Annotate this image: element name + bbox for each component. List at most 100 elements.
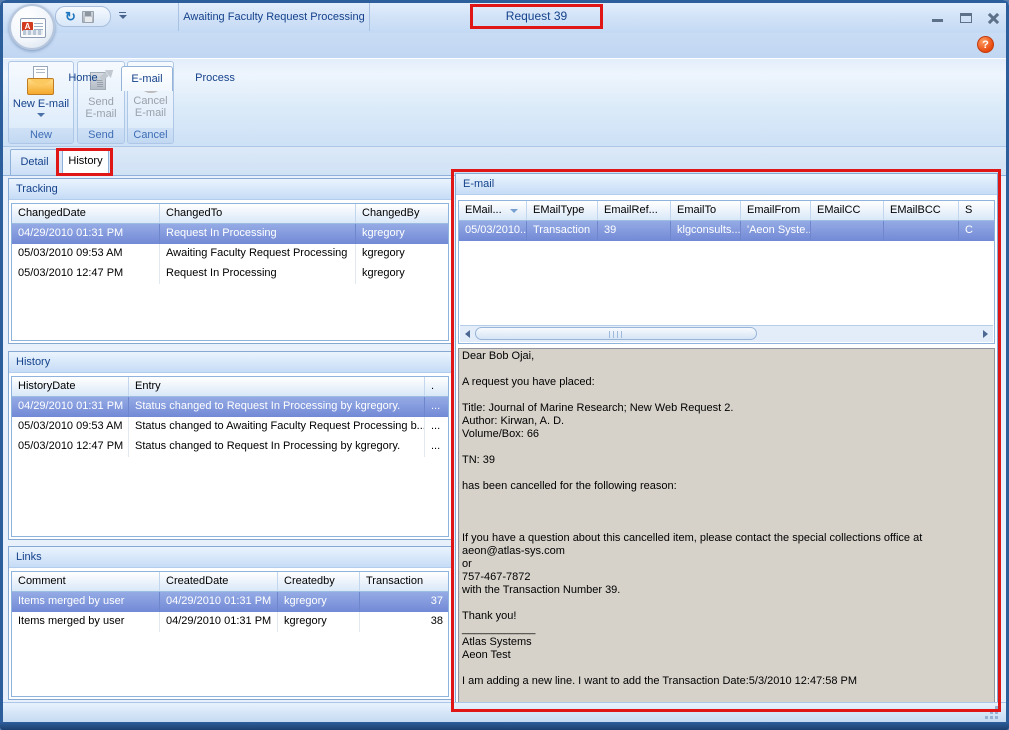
- quick-access-dropdown-icon[interactable]: [118, 12, 127, 21]
- app-menu-orb[interactable]: A: [9, 4, 55, 50]
- column-header[interactable]: Comment: [12, 572, 160, 591]
- cell: 04/29/2010 01:31 PM: [160, 612, 278, 632]
- tab-process[interactable]: Process: [179, 66, 251, 91]
- cell: kgregory: [278, 612, 360, 632]
- history-grid: HistoryDate Entry . 04/29/2010 01:31 PM …: [11, 376, 449, 537]
- sort-descending-icon: [510, 209, 518, 213]
- app-window: ↻ Awaiting Faculty Request Processing Re…: [0, 0, 1009, 730]
- group-label-new: New: [9, 128, 73, 143]
- cell: 05/03/2010 12:47 PM: [12, 264, 160, 284]
- maximize-button[interactable]: [956, 11, 976, 26]
- cell: kgregory: [278, 592, 360, 612]
- column-header-sorted[interactable]: EMail...: [459, 201, 527, 220]
- scroll-right-button[interactable]: [977, 326, 993, 342]
- email-grid-header: EMail... EMailType EmailRef... EmailTo E…: [459, 201, 994, 221]
- cell: Items merged by user: [12, 592, 160, 612]
- tab-email[interactable]: E-mail: [121, 66, 173, 91]
- column-header[interactable]: S: [959, 201, 994, 220]
- cell: kgregory: [356, 244, 448, 264]
- email-panel-header: E-mail: [456, 174, 997, 195]
- cell: 04/29/2010 01:31 PM: [12, 224, 160, 244]
- column-header[interactable]: Createdby: [278, 572, 360, 591]
- scroll-left-icon: [465, 330, 470, 338]
- table-row[interactable]: Items merged by user 04/29/2010 01:31 PM…: [12, 612, 448, 632]
- scrollbar-grip-icon: [609, 331, 623, 338]
- window-border: [0, 722, 1009, 730]
- column-header[interactable]: HistoryDate: [12, 377, 129, 396]
- tracking-panel-header: Tracking: [9, 179, 451, 200]
- resize-grip[interactable]: [985, 706, 988, 709]
- links-panel-header: Links: [9, 547, 451, 568]
- tracking-grid: ChangedDate ChangedTo ChangedBy 04/29/20…: [11, 203, 449, 341]
- table-row[interactable]: 05/03/2010... Transaction 39 klgconsults…: [459, 221, 994, 241]
- cell: 39: [598, 221, 671, 241]
- column-header[interactable]: EmailRef...: [598, 201, 671, 220]
- email-body-text[interactable]: Dear Bob Ojai, A request you have placed…: [458, 348, 995, 707]
- cell: kgregory: [356, 264, 448, 284]
- window-title: Request 39: [470, 4, 603, 29]
- cell: 05/03/2010 09:53 AM: [12, 244, 160, 264]
- column-header[interactable]: ChangedDate: [12, 204, 160, 223]
- links-grid: Comment CreatedDate Createdby Transactio…: [11, 571, 449, 697]
- minimize-button[interactable]: [928, 11, 948, 26]
- cell: ...: [425, 417, 448, 437]
- cell: C: [959, 221, 994, 241]
- cell: ...: [425, 437, 448, 457]
- scrollbar-thumb[interactable]: [475, 327, 757, 340]
- column-header[interactable]: EMailCC: [811, 201, 884, 220]
- history-panel-header: History: [9, 352, 451, 373]
- tracking-grid-header: ChangedDate ChangedTo ChangedBy: [12, 204, 448, 224]
- column-header[interactable]: CreatedDate: [160, 572, 278, 591]
- column-header[interactable]: Entry: [129, 377, 425, 396]
- column-header[interactable]: EMailBCC: [884, 201, 959, 220]
- table-row[interactable]: 05/03/2010 09:53 AM Status changed to Aw…: [12, 417, 448, 437]
- save-icon[interactable]: [82, 11, 94, 23]
- cell: Awaiting Faculty Request Processing: [160, 244, 356, 264]
- scroll-left-button[interactable]: [460, 326, 476, 342]
- table-row[interactable]: 04/29/2010 01:31 PM Status changed to Re…: [12, 397, 448, 417]
- scroll-right-icon: [983, 330, 988, 338]
- cell: ...: [425, 397, 448, 417]
- column-header[interactable]: EmailTo: [671, 201, 741, 220]
- new-email-label: New E-mail: [10, 98, 72, 110]
- quick-access-toolbar: ↻: [55, 6, 111, 27]
- email-panel: E-mail EMail... EMailType EmailRef... Em…: [455, 173, 998, 710]
- cell: Request In Processing: [160, 224, 356, 244]
- tab-home[interactable]: Home: [46, 66, 120, 91]
- status-bar: [0, 702, 1009, 722]
- column-header[interactable]: .: [425, 377, 448, 396]
- cell: 'Aeon Syste...: [741, 221, 811, 241]
- request-status-label: Awaiting Faculty Request Processing: [178, 3, 370, 31]
- cell: klgconsults...: [671, 221, 741, 241]
- column-header[interactable]: ChangedTo: [160, 204, 356, 223]
- cell: 05/03/2010 09:53 AM: [12, 417, 129, 437]
- close-button[interactable]: [984, 11, 1004, 26]
- table-row[interactable]: 04/29/2010 01:31 PM Request In Processin…: [12, 224, 448, 244]
- cell: kgregory: [356, 224, 448, 244]
- table-row[interactable]: 05/03/2010 12:47 PM Request In Processin…: [12, 264, 448, 284]
- refresh-icon[interactable]: ↻: [65, 10, 76, 23]
- group-label-send: Send: [78, 128, 124, 143]
- links-panel: Links Comment CreatedDate Createdby Tran…: [8, 546, 452, 700]
- tab-history[interactable]: History: [62, 148, 109, 175]
- column-header[interactable]: ChangedBy: [356, 204, 448, 223]
- column-header[interactable]: Transaction: [360, 572, 448, 591]
- cell: Status changed to Awaiting Faculty Reque…: [129, 417, 425, 437]
- title-bar: ↻ Awaiting Faculty Request Processing Re…: [0, 0, 1009, 33]
- tracking-panel: Tracking ChangedDate ChangedTo ChangedBy…: [8, 178, 452, 344]
- horizontal-scrollbar[interactable]: [460, 325, 993, 342]
- window-border: [0, 0, 3, 730]
- table-row[interactable]: Items merged by user 04/29/2010 01:31 PM…: [12, 592, 448, 612]
- cell: Status changed to Request In Processing …: [129, 437, 425, 457]
- table-row[interactable]: 05/03/2010 09:53 AM Awaiting Faculty Req…: [12, 244, 448, 264]
- column-header-label: EMail...: [465, 204, 502, 216]
- help-button[interactable]: ?: [977, 36, 994, 53]
- send-email-label: Send E-mail: [84, 96, 118, 120]
- new-email-dropdown-icon[interactable]: [37, 113, 45, 117]
- column-header[interactable]: EMailType: [527, 201, 598, 220]
- column-header[interactable]: EmailFrom: [741, 201, 811, 220]
- tab-detail[interactable]: Detail: [10, 149, 59, 175]
- cell: 37: [360, 592, 448, 612]
- cell: 05/03/2010 12:47 PM: [12, 437, 129, 457]
- table-row[interactable]: 05/03/2010 12:47 PM Status changed to Re…: [12, 437, 448, 457]
